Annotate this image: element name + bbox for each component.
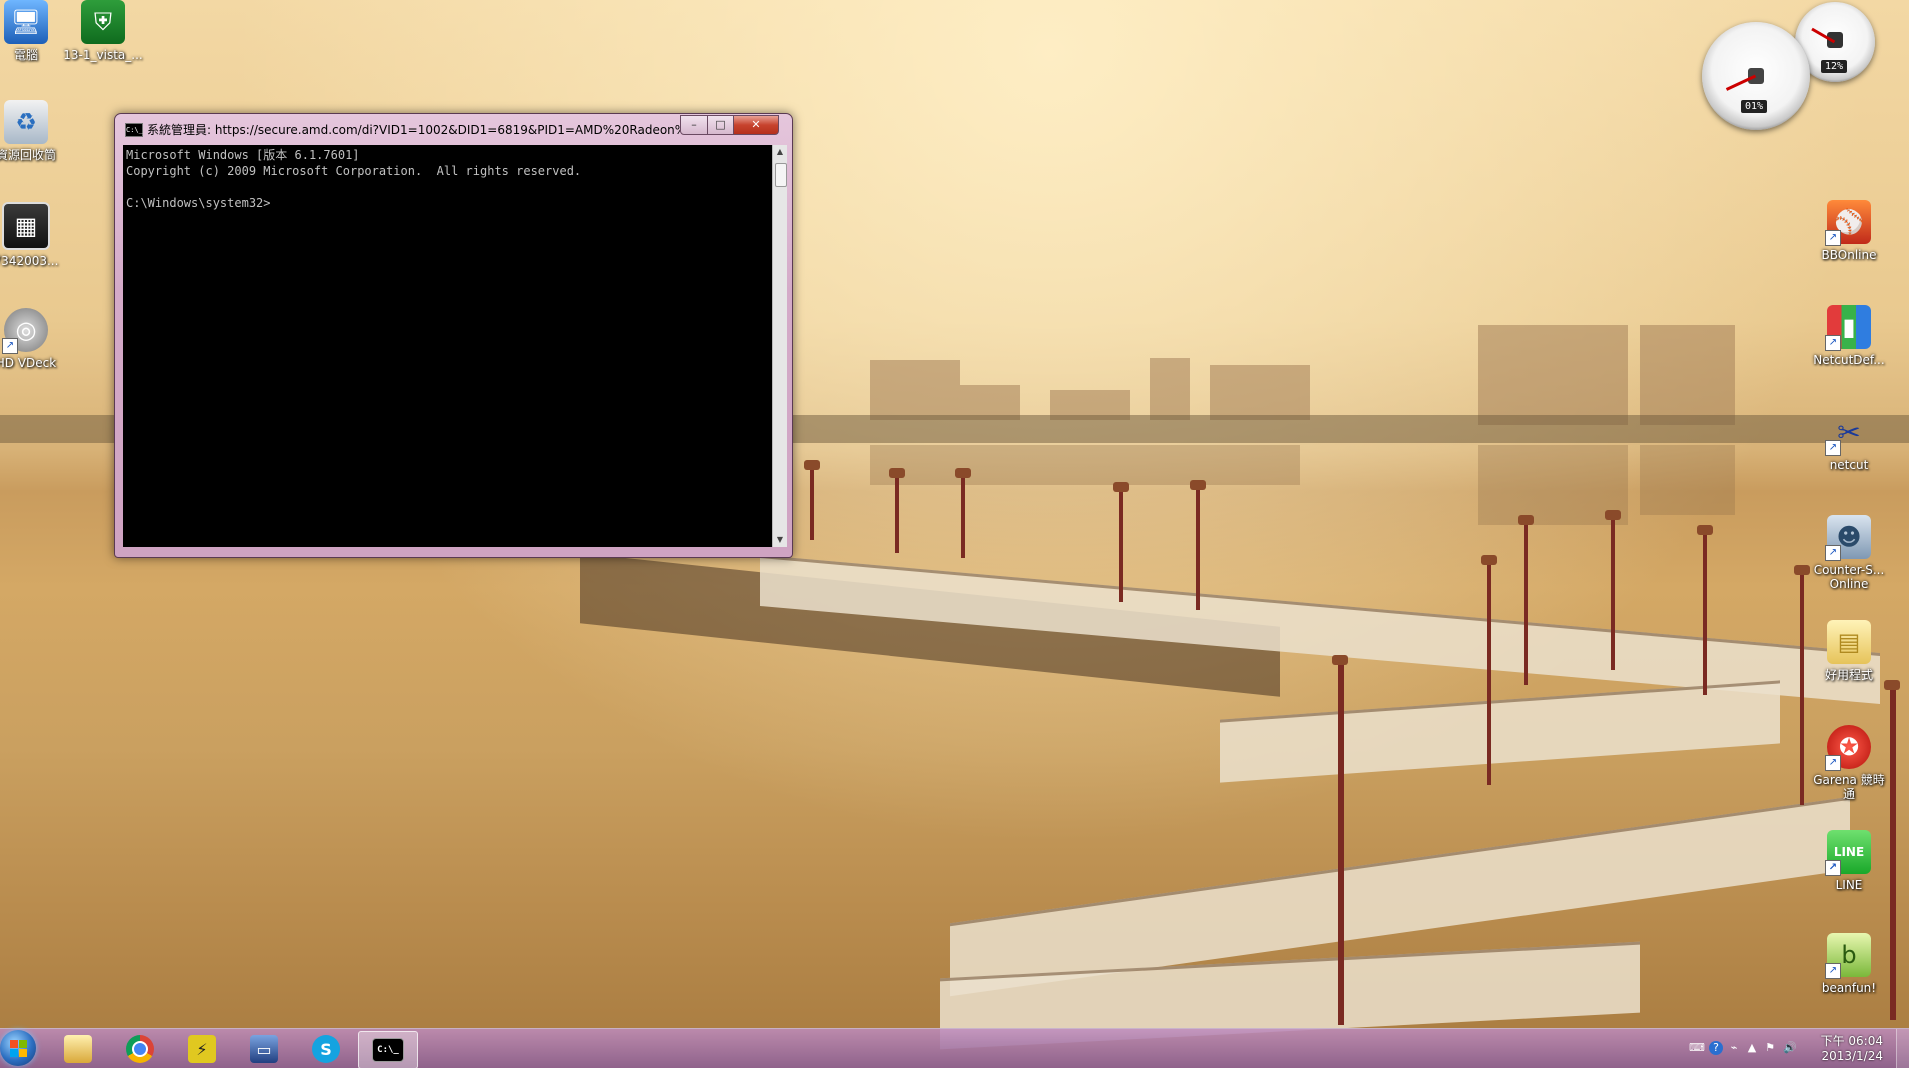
desktop-icon-label: netcut (1829, 458, 1869, 472)
network-status-icon[interactable]: ⌁ (1727, 1041, 1741, 1055)
shortcut-arrow-icon: ↗ (1825, 755, 1841, 771)
cpu-readout: 01% (1741, 100, 1768, 113)
computer-icon: 🖥 (4, 0, 48, 44)
taskbar-yellow-app[interactable]: ⚡ (174, 1031, 230, 1067)
yellow-app-icon: ⚡ (188, 1035, 216, 1063)
desktop-icon-label: Counter-S... Online (1813, 563, 1885, 591)
memory-readout: 12% (1821, 60, 1848, 73)
desktop-icon-vdeck[interactable]: ◎ ↗ HD VDeck (0, 308, 66, 370)
clock-date[interactable]: 2013/1/24 (1821, 1049, 1883, 1063)
cmd-icon[interactable]: C:\_ (125, 123, 143, 137)
help-icon[interactable]: ? (1709, 1041, 1723, 1055)
folder-icon (64, 1035, 92, 1063)
desktop-icon-bbonline[interactable]: ⚾ ↗ BBOnline (1809, 200, 1889, 262)
counter-strike-icon: ☻ ↗ (1825, 515, 1871, 561)
desktop-icon-label: 13-1_vista_... (63, 48, 143, 62)
shortcut-arrow-icon: ↗ (1825, 335, 1841, 351)
installer-icon: ⛨ (81, 0, 125, 44)
start-button[interactable] (0, 1030, 36, 1066)
shortcut-arrow-icon: ↗ (1825, 440, 1841, 456)
scroll-down-arrow[interactable]: ▼ (773, 533, 787, 547)
desktop-icon-label: 好用程式 (1824, 668, 1873, 682)
desktop-icon-installer[interactable]: ⛨ 13-1_vista_... (63, 0, 143, 62)
desktop-icon-folder[interactable]: ▤ 好用程式 (1809, 620, 1889, 682)
desktop-icon-label: Garena 競時通 (1813, 773, 1885, 801)
vertical-scrollbar[interactable]: ▲ ▼ (772, 145, 787, 547)
recycle-bin-icon: ♻ (4, 100, 48, 144)
cpu-gauge: 01% (1702, 22, 1810, 130)
desktop-icon-label: beanfun! (1821, 981, 1877, 995)
shortcut-arrow-icon: ↗ (1825, 545, 1841, 561)
monitor-icon: ▭ (250, 1035, 278, 1063)
netcutdefender-icon: ▮ ↗ (1825, 305, 1871, 351)
console-output[interactable]: Microsoft Windows [版本 6.1.7601] Copyrigh… (123, 145, 772, 547)
console-text: Microsoft Windows [版本 6.1.7601] Copyrigh… (126, 147, 581, 211)
console-line: Copyright (c) 2009 Microsoft Corporation… (126, 164, 582, 178)
window-title: 系統管理員: https://secure.amd.com/di?VID1=10… (147, 123, 698, 137)
desktop-icon-counter-strike[interactable]: ☻ ↗ Counter-S... Online (1809, 515, 1889, 591)
maximize-button[interactable]: □ (707, 115, 734, 135)
skype-icon: S (312, 1035, 340, 1063)
taskbar-cmd[interactable]: C:\_ (358, 1031, 418, 1068)
desktop-icon-label: BBOnline (1821, 248, 1877, 262)
desktop-icon-label: 電腦 (13, 48, 38, 62)
action-center-icon[interactable]: ⚑ (1763, 1041, 1777, 1055)
system-tray: ⌨ ? ⌁ ▲ ⚑ 🔊 下午 06:04 2013/1/24 (1679, 1029, 1909, 1068)
beanfun-icon: b ↗ (1825, 933, 1871, 979)
taskbar-amd-vision[interactable]: ▭ (236, 1031, 292, 1067)
scroll-thumb[interactable] (775, 163, 787, 187)
taskbar-skype[interactable]: S (298, 1031, 354, 1067)
garena-icon: ✪ ↗ (1825, 725, 1871, 771)
clock-time[interactable]: 下午 06:04 (1821, 1032, 1883, 1049)
vdeck-icon: ◎ ↗ (2, 308, 48, 354)
shortcut-arrow-icon: ↗ (1825, 230, 1841, 246)
image-file-icon: ▦ (2, 202, 50, 250)
desktop-icon-computer[interactable]: 🖥 電腦 (0, 0, 66, 62)
taskbar: ⚡ ▭ S C:\_ ⌨ ? ⌁ ▲ ⚑ 🔊 下午 06:04 2013/1/2… (0, 1028, 1909, 1068)
desktop[interactable]: 🖥 電腦 ⛨ 13-1_vista_... ♻ 資源回收筒 ▦ 7342003.… (0, 0, 1909, 1068)
shortcut-arrow-icon: ↗ (1825, 963, 1841, 979)
shortcut-arrow-icon: ↗ (2, 338, 18, 354)
desktop-icon-image-file[interactable]: ▦ 7342003... (0, 202, 66, 268)
desktop-icon-label: LINE (1835, 878, 1863, 892)
line-icon: LINE ↗ (1825, 830, 1871, 876)
desktop-icon-label: NetcutDef... (1813, 353, 1885, 367)
shortcut-arrow-icon: ↗ (1825, 860, 1841, 876)
command-prompt-window[interactable]: C:\_ 系統管理員: https://secure.amd.com/di?VI… (114, 113, 793, 558)
window-titlebar[interactable]: C:\_ 系統管理員: https://secure.amd.com/di?VI… (115, 114, 792, 142)
netcut-icon: ✂ ↗ (1825, 410, 1871, 456)
taskbar-chrome[interactable] (112, 1031, 168, 1067)
desktop-icon-recycle-bin[interactable]: ♻ 資源回收筒 (0, 100, 66, 162)
desktop-icon-label: 資源回收筒 (0, 148, 56, 162)
keyboard-icon[interactable]: ⌨ (1689, 1041, 1705, 1055)
desktop-icon-line[interactable]: LINE ↗ LINE (1809, 830, 1889, 892)
desktop-icon-label: HD VDeck (0, 356, 57, 370)
folder-icon: ▤ (1827, 620, 1871, 664)
bbonline-icon: ⚾ ↗ (1825, 200, 1871, 246)
close-button[interactable]: ✕ (733, 115, 779, 135)
desktop-icon-netcut[interactable]: ✂ ↗ netcut (1809, 410, 1889, 472)
desktop-icon-beanfun[interactable]: b ↗ beanfun! (1809, 933, 1889, 995)
show-desktop-button[interactable] (1896, 1029, 1909, 1068)
show-hidden-icons-icon[interactable]: ▲ (1745, 1041, 1759, 1055)
scroll-up-arrow[interactable]: ▲ (773, 145, 787, 159)
desktop-icon-label: 7342003... (0, 254, 59, 268)
chrome-icon (126, 1035, 154, 1063)
taskbar-explorer[interactable] (50, 1031, 106, 1067)
cmd-icon: C:\_ (372, 1038, 404, 1062)
desktop-icon-garena[interactable]: ✪ ↗ Garena 競時通 (1809, 725, 1889, 801)
console-prompt: C:\Windows\system32> (126, 196, 271, 210)
console-line: Microsoft Windows [版本 6.1.7601] (126, 148, 360, 162)
desktop-icon-netcutdefender[interactable]: ▮ ↗ NetcutDef... (1809, 305, 1889, 367)
volume-icon[interactable]: 🔊 (1783, 1041, 1797, 1055)
minimize-button[interactable]: – (680, 115, 708, 135)
